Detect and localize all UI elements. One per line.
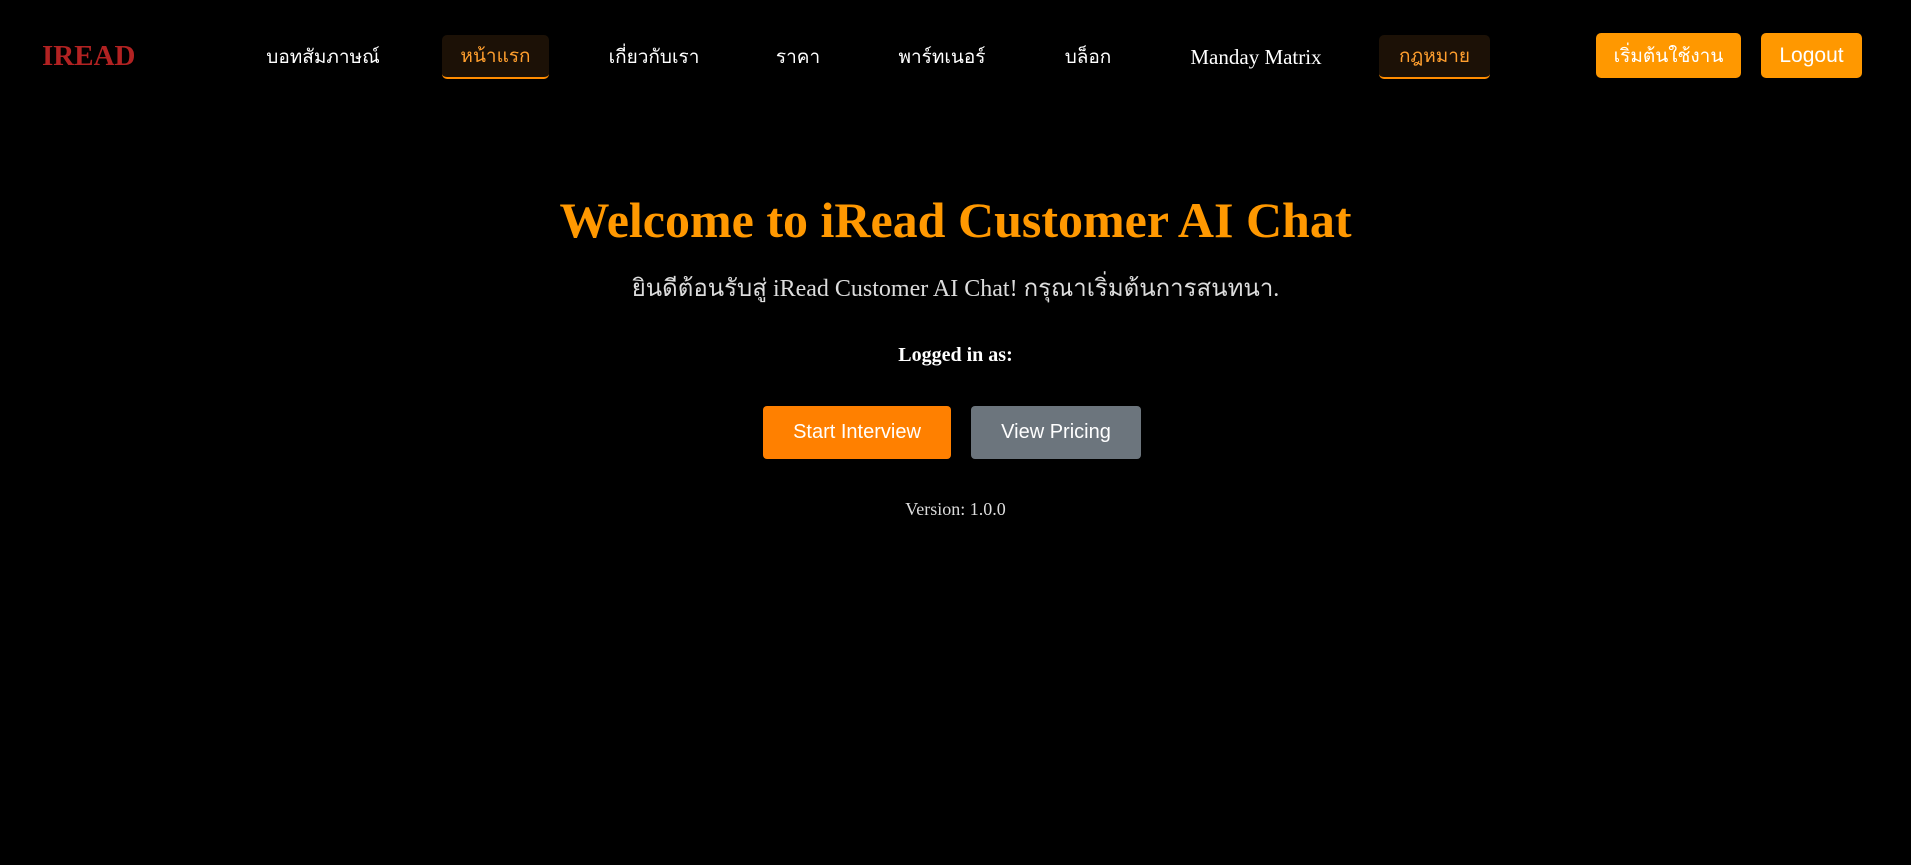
nav-item-interview-bot[interactable]: บอทสัมภาษณ์ [255,35,391,79]
version-text: Version: 1.0.0 [905,499,1006,519]
nav-item-manday-matrix[interactable]: Manday Matrix [1185,35,1327,79]
nav-item-legal[interactable]: กฎหมาย [1379,35,1490,79]
nav-item-blog[interactable]: บล็อก [1052,35,1124,79]
nav-item-home[interactable]: หน้าแรก [442,35,549,79]
nav-item-partners[interactable]: พาร์ทเนอร์ [886,35,998,79]
site-logo[interactable]: IREAD [42,38,135,74]
start-interview-button[interactable]: Start Interview [763,406,951,459]
logout-button[interactable]: Logout [1761,33,1862,78]
logged-in-label: Logged in as: [898,344,1013,366]
view-pricing-button[interactable]: View Pricing [971,406,1141,459]
nav-item-pricing[interactable]: ราคา [763,35,833,79]
welcome-subtitle: ยินดีต้อนรับสู่ iRead Customer AI Chat! … [631,276,1280,302]
page-title: Welcome to iRead Customer AI Chat [559,192,1352,248]
get-started-button[interactable]: เริ่มต้นใช้งาน [1596,33,1741,78]
top-navbar: IREAD บอทสัมภาษณ์ หน้าแรก เกี่ยวกับเรา ร… [0,0,1911,112]
nav-item-about[interactable]: เกี่ยวกับเรา [599,35,709,79]
